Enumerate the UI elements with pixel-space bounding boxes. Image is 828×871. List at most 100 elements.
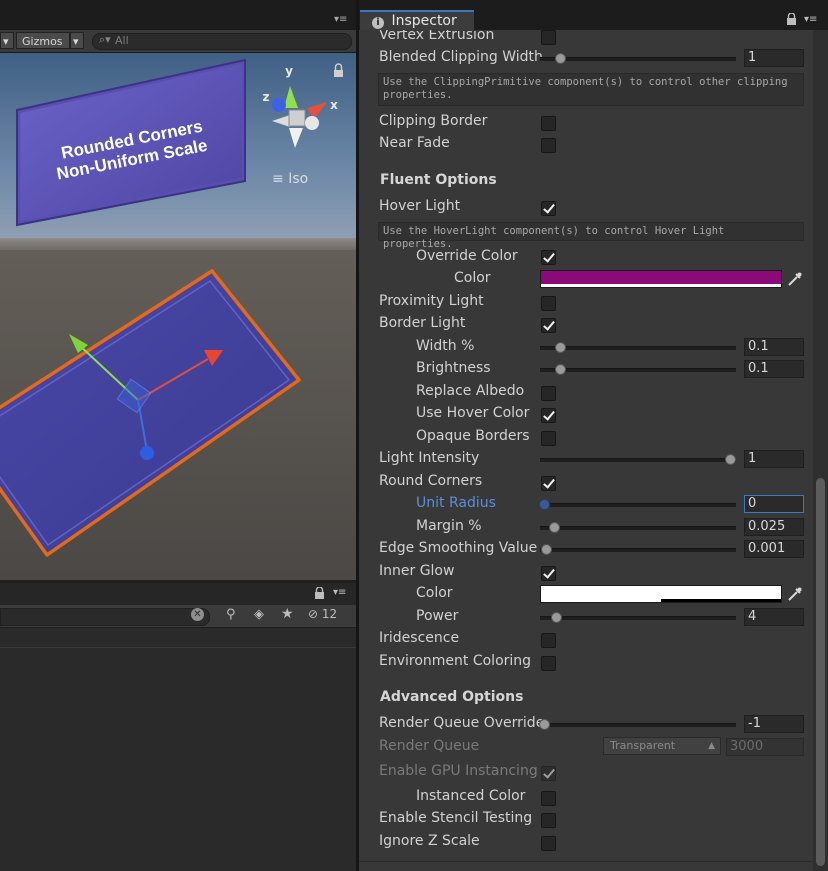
scene-viewport[interactable]: Rounded Corners Non-Uniform Scale y x z … xyxy=(0,53,356,580)
render-queue-field: 3000 xyxy=(726,738,804,756)
selected-slab-outline[interactable] xyxy=(0,269,301,557)
slider-knob[interactable] xyxy=(554,53,566,64)
clipping-border-checkbox[interactable] xyxy=(541,116,556,131)
filter-by-label-icon[interactable]: ◈ xyxy=(254,607,264,622)
gizmos-dropdown[interactable]: ▾ xyxy=(70,32,84,49)
near-fade-checkbox[interactable] xyxy=(541,138,556,153)
use-hover-color-checkbox[interactable] xyxy=(541,408,556,423)
lock-icon[interactable] xyxy=(334,63,343,77)
border-light-label: Border Light xyxy=(379,315,466,331)
power-slider[interactable] xyxy=(540,612,736,623)
glow-color-swatch[interactable] xyxy=(540,585,782,603)
scene-search-input[interactable]: ⌕▾ All xyxy=(92,33,352,50)
scrollbar-thumb[interactable] xyxy=(816,478,825,866)
brightness-label: Brightness xyxy=(416,360,491,376)
light-intensity-field[interactable]: 1 xyxy=(744,450,804,468)
render-queue-override-slider[interactable] xyxy=(538,719,736,730)
inner-glow-checkbox[interactable] xyxy=(541,566,556,581)
edge-smoothing-slider[interactable] xyxy=(540,544,736,555)
slider-knob[interactable] xyxy=(540,544,552,555)
panel-menu-icon[interactable]: ▾≡ xyxy=(804,14,817,25)
instanced-color-label: Instanced Color xyxy=(416,788,526,804)
filter-by-type-icon[interactable]: ⚲ xyxy=(226,607,236,622)
slider-knob[interactable] xyxy=(538,719,550,730)
dropdown-arrow-icon: ▾ xyxy=(73,35,79,48)
eyedropper-icon[interactable] xyxy=(787,586,803,602)
replace-albedo-checkbox[interactable] xyxy=(541,386,556,401)
lock-icon[interactable] xyxy=(314,587,326,600)
blended-clipping-width-label: Blended Clipping Width xyxy=(379,49,543,65)
inspector-scrollbar[interactable] xyxy=(813,30,828,871)
light-intensity-slider[interactable] xyxy=(540,454,737,465)
slider-knob[interactable] xyxy=(550,612,562,623)
proximity-light-checkbox[interactable] xyxy=(541,296,556,311)
list-divider xyxy=(0,647,356,648)
inner-glow-label: Inner Glow xyxy=(379,563,455,579)
render-queue-dropdown[interactable]: Transparent ▲ xyxy=(603,737,721,755)
hidden-objects-toggle[interactable]: ⊘ 12 xyxy=(308,607,337,621)
near-fade-label: Near Fade xyxy=(379,135,450,151)
iso-label[interactable]: ≡ Iso xyxy=(272,171,308,187)
round-corners-label: Round Corners xyxy=(379,473,483,489)
hover-color-swatch[interactable] xyxy=(540,270,782,288)
unit-radius-field[interactable]: 0 xyxy=(744,495,804,513)
instanced-color-checkbox[interactable] xyxy=(541,791,556,806)
override-color-checkbox[interactable] xyxy=(541,250,556,265)
orientation-gizmo[interactable]: y x z xyxy=(263,64,339,148)
slider-knob[interactable] xyxy=(548,522,560,533)
blended-clipping-width-slider[interactable] xyxy=(540,53,736,64)
clear-search-icon[interactable]: ✕ xyxy=(191,608,204,621)
hidden-count: 12 xyxy=(321,607,338,621)
eyedropper-icon[interactable] xyxy=(787,271,803,287)
margin-pct-slider[interactable] xyxy=(540,522,736,533)
brightness-slider[interactable] xyxy=(540,364,736,375)
margin-pct-field[interactable]: 0.025 xyxy=(744,518,804,536)
slider-knob[interactable] xyxy=(725,454,737,465)
panel-menu-icon[interactable]: ▾≡ xyxy=(333,587,346,598)
render-queue-label: Render Queue xyxy=(379,738,480,754)
blended-clipping-width-field[interactable]: 1 xyxy=(744,49,804,67)
vertex-extrusion-checkbox[interactable] xyxy=(541,30,556,45)
environment-coloring-checkbox[interactable] xyxy=(541,656,556,671)
slider-knob[interactable] xyxy=(538,499,550,510)
width-pct-field[interactable]: 0.1 xyxy=(744,338,804,356)
tab-inspector[interactable]: i Inspector xyxy=(360,10,474,30)
axis-x-label: x xyxy=(330,98,338,112)
hover-light-label: Hover Light xyxy=(379,198,461,214)
brightness-field[interactable]: 0.1 xyxy=(744,360,804,378)
edge-smoothing-label: Edge Smoothing Value xyxy=(379,540,538,556)
iridescence-label: Iridescence xyxy=(379,630,460,646)
use-hover-color-label: Use Hover Color xyxy=(416,405,530,421)
round-corners-checkbox[interactable] xyxy=(541,476,556,491)
panel-menu-icon[interactable]: ▾≡ xyxy=(334,14,347,25)
slider-knob[interactable] xyxy=(554,364,566,375)
opaque-borders-checkbox[interactable] xyxy=(541,431,556,446)
width-pct-slider[interactable] xyxy=(540,342,736,353)
override-color-label: Override Color xyxy=(416,248,518,264)
ignore-z-scale-checkbox[interactable] xyxy=(541,836,556,851)
advanced-options-header: Advanced Options xyxy=(380,689,524,705)
hierarchy-list[interactable] xyxy=(0,628,356,871)
render-queue-override-field[interactable]: -1 xyxy=(744,715,804,733)
border-light-checkbox[interactable] xyxy=(541,318,556,333)
hover-light-checkbox[interactable] xyxy=(541,201,556,216)
replace-albedo-label: Replace Albedo xyxy=(416,383,525,399)
hierarchy-search-input[interactable]: ✕ xyxy=(0,608,210,626)
favorites-star-icon[interactable]: ★ xyxy=(281,606,294,622)
eye-slash-icon: ⊘ xyxy=(308,607,319,621)
slider-knob[interactable] xyxy=(554,342,566,353)
gizmo-z-handle-icon[interactable] xyxy=(140,446,154,460)
clipping-border-label: Clipping Border xyxy=(379,113,488,129)
iso-menu-icon: ≡ xyxy=(272,171,289,187)
updown-arrow-icon: ▲ xyxy=(708,741,715,751)
power-field[interactable]: 4 xyxy=(744,608,804,626)
edge-smoothing-field[interactable]: 0.001 xyxy=(744,540,804,558)
width-pct-label: Width % xyxy=(416,338,475,354)
lock-icon[interactable] xyxy=(786,13,798,26)
stencil-testing-checkbox[interactable] xyxy=(541,813,556,828)
axis-z-label: z xyxy=(263,90,270,104)
iridescence-checkbox[interactable] xyxy=(541,633,556,648)
gizmos-button[interactable]: Gizmos xyxy=(16,32,70,49)
unit-radius-slider[interactable] xyxy=(538,499,736,510)
draw-mode-dropdown[interactable]: ▾ xyxy=(0,32,14,49)
